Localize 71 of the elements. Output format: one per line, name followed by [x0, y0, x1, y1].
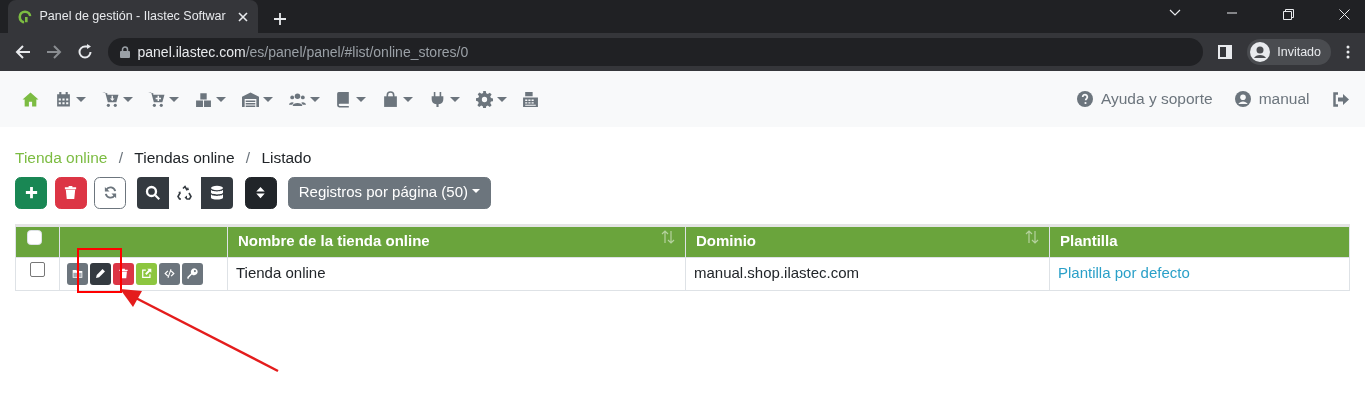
tab-title: Panel de gestión - Ilastec Softwar — [39, 8, 227, 26]
column-title: Dominio — [696, 232, 756, 250]
recycle-icon — [177, 184, 194, 201]
reload-icon[interactable] — [77, 44, 93, 60]
pencil-icon — [95, 268, 106, 279]
column-title: Nombre de la tienda online — [238, 232, 430, 250]
help-icon — [1077, 91, 1094, 107]
close-icon[interactable] — [1339, 9, 1350, 21]
address-bar[interactable]: panel.ilastec.com/es/panel/panel/#list/online_stores/0 — [108, 38, 1203, 66]
settings-icon — [475, 90, 493, 108]
add-button[interactable] — [15, 176, 47, 209]
warehouse-icon — [241, 90, 259, 108]
column-title: Plantilla — [1060, 232, 1118, 250]
breadcrumb-link[interactable]: Tienda online — [15, 145, 108, 169]
row-checkbox[interactable] — [30, 262, 45, 278]
avatar-icon — [1249, 42, 1270, 62]
column-header[interactable]: Dominio — [685, 225, 1050, 257]
bag-icon — [382, 90, 399, 108]
delete-button[interactable] — [54, 176, 87, 209]
sort-icon — [253, 185, 268, 200]
refresh-button[interactable] — [94, 176, 126, 209]
user-menu[interactable]: manual — [1235, 87, 1310, 111]
cash-register-icon — [522, 90, 540, 108]
page-size-dropdown[interactable]: Registros por página (50) — [287, 176, 491, 209]
search-toggle-button[interactable] — [137, 176, 170, 209]
database-icon — [209, 184, 226, 201]
help-link[interactable]: Ayuda y soporte — [1077, 87, 1213, 111]
close-icon[interactable] — [238, 11, 248, 22]
folder-button[interactable] — [67, 262, 88, 285]
breadcrumb-separator: / — [117, 147, 125, 168]
refresh-icon — [102, 185, 118, 200]
table-cell: manual.shop.ilastec.com — [694, 264, 860, 282]
code-icon — [164, 268, 175, 279]
profile-button[interactable]: Invitado — [1246, 39, 1331, 65]
key-icon — [187, 268, 198, 279]
breadcrumb-item: Listado — [261, 147, 312, 168]
chevron-down-icon[interactable] — [1169, 9, 1181, 18]
browser-tab[interactable]: Panel de gestión - Ilastec Softwar — [8, 0, 258, 33]
site-icon — [18, 9, 32, 24]
breadcrumb-item: Tiendas online — [134, 147, 235, 168]
code-button[interactable] — [159, 262, 180, 285]
user-icon — [1235, 91, 1252, 107]
plus-icon — [23, 185, 39, 200]
url-text: panel.ilastec.com/es/panel/panel/#list/online_stores/0 — [137, 42, 469, 62]
restore-icon[interactable] — [1283, 9, 1294, 21]
edit-button[interactable] — [90, 262, 111, 285]
lock-icon — [120, 46, 130, 58]
delete-button[interactable] — [113, 262, 134, 285]
cart-icon — [148, 90, 166, 108]
column-header[interactable]: Nombre de la tienda online — [227, 225, 686, 257]
boxes-icon — [195, 90, 212, 108]
forward-icon[interactable] — [46, 44, 62, 60]
folder-icon — [72, 268, 83, 279]
menu-icon[interactable] — [1346, 45, 1350, 59]
database-toggle-button[interactable] — [201, 176, 234, 209]
home-icon — [22, 90, 39, 108]
logout-icon[interactable] — [1332, 91, 1349, 107]
new-tab-icon[interactable] — [273, 11, 287, 26]
search-icon — [145, 184, 162, 201]
key-button[interactable] — [182, 262, 203, 285]
breadcrumb-separator: / — [244, 147, 252, 168]
highlight-box — [77, 248, 122, 293]
select-all-checkbox[interactable] — [27, 230, 42, 246]
external-link-icon — [141, 268, 152, 279]
sort-button[interactable] — [244, 176, 277, 209]
table-cell: Tienda online — [236, 264, 326, 282]
back-icon[interactable] — [15, 44, 31, 60]
calendar-icon — [54, 90, 72, 108]
trash-icon — [118, 268, 129, 279]
sidebar-icon[interactable] — [1217, 45, 1232, 59]
trash-icon — [63, 185, 78, 200]
